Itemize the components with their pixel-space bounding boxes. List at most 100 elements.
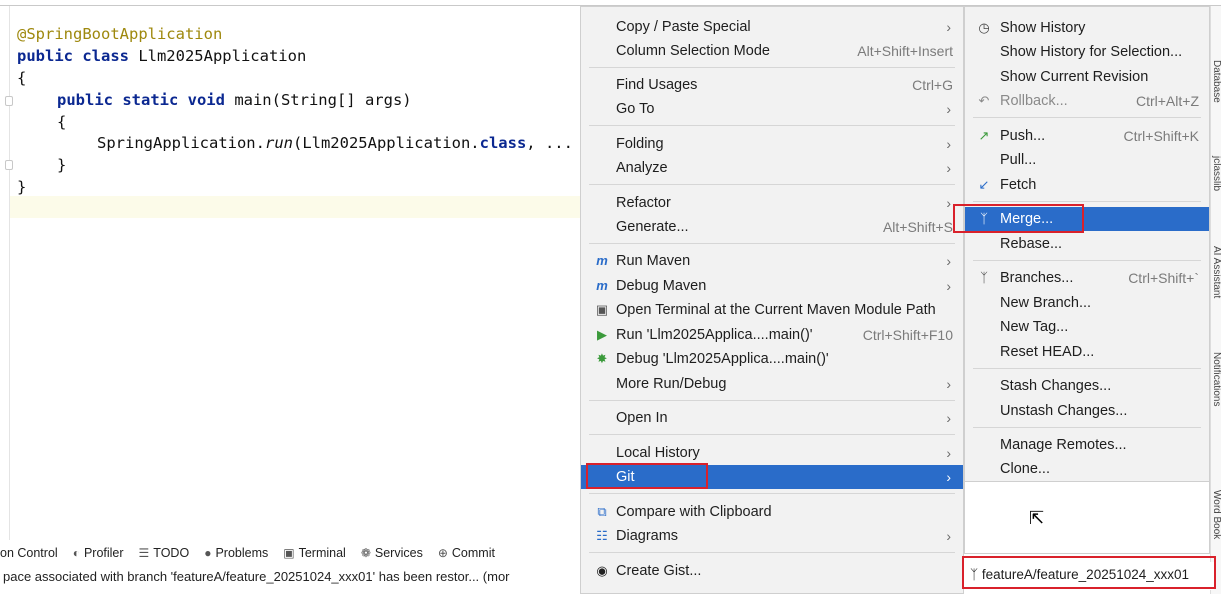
menu-local-history[interactable]: Local History ›	[581, 441, 963, 465]
code-line-2: public class Llm2025Application	[17, 47, 307, 65]
menu-analyze[interactable]: Analyze ›	[581, 156, 963, 180]
menu-column-selection-mode[interactable]: Column Selection Mode Alt+Shift+Insert	[581, 39, 963, 63]
fold-marker[interactable]	[5, 96, 13, 106]
editor-context-menu: Copy / Paste Special › Column Selection M…	[580, 6, 964, 594]
git-new-branch[interactable]: New Branch...	[965, 291, 1209, 315]
menu-separator	[589, 552, 955, 553]
git-stash-changes[interactable]: Stash Changes...	[965, 374, 1209, 398]
menu-refactor[interactable]: Refactor ›	[581, 191, 963, 215]
tool-terminal[interactable]: ▣ Terminal	[283, 546, 346, 560]
git-rebase[interactable]: Rebase...	[965, 232, 1209, 256]
menu-generate[interactable]: Generate... Alt+Shift+S	[581, 215, 963, 239]
menu-separator	[973, 427, 1201, 428]
code-line-7: }	[57, 156, 67, 174]
tool-notifications[interactable]: Notifications	[1211, 352, 1221, 406]
git-reset-head[interactable]: Reset HEAD...	[965, 340, 1209, 364]
submenu-blank-area	[964, 482, 1210, 554]
menu-go-to[interactable]: Go To ›	[581, 97, 963, 121]
menu-separator	[973, 260, 1201, 261]
git-unstash-changes[interactable]: Unstash Changes...	[965, 399, 1209, 423]
menu-separator	[589, 243, 955, 244]
git-submenu: ◷ Show History Show History for Selection…	[964, 6, 1210, 482]
tool-profiler[interactable]: ◐ Profiler	[73, 546, 124, 560]
run-icon: ▶	[597, 327, 607, 342]
git-fetch[interactable]: ↙ Fetch	[965, 173, 1209, 197]
rollback-icon: ↶	[978, 93, 990, 108]
chevron-right-icon: ›	[946, 253, 951, 269]
terminal-icon: ▣	[595, 302, 609, 317]
code-line-1: @SpringBootApplication	[17, 25, 223, 43]
menu-compare-clipboard[interactable]: ⧉ Compare with Clipboard	[581, 500, 963, 524]
tool-word-book[interactable]: Word Book	[1211, 490, 1221, 539]
git-show-history[interactable]: ◷ Show History	[965, 16, 1209, 40]
fetch-icon: ↙	[978, 177, 990, 192]
tool-database[interactable]: Database	[1211, 60, 1221, 103]
menu-create-gist[interactable]: ◉ Create Gist...	[581, 559, 963, 583]
chevron-right-icon: ›	[946, 19, 951, 35]
menu-separator	[589, 67, 955, 68]
branch-icon: ᛉ	[980, 270, 988, 285]
menu-folding[interactable]: Folding ›	[581, 132, 963, 156]
git-pull[interactable]: Pull...	[965, 148, 1209, 172]
tool-problems[interactable]: ● Problems	[204, 546, 268, 560]
fold-marker[interactable]	[5, 160, 13, 170]
editor-gutter	[9, 6, 10, 540]
commit-icon: ⊕	[437, 546, 448, 560]
maven-run-icon: m	[596, 253, 608, 268]
menu-open-terminal-maven[interactable]: ▣ Open Terminal at the Current Maven Modu…	[581, 298, 963, 322]
menu-debug-main[interactable]: ✸ Debug 'Llm2025Applica....main()'	[581, 347, 963, 371]
code-line-8: }	[17, 178, 27, 196]
menu-run-maven[interactable]: m Run Maven ›	[581, 249, 963, 273]
mouse-pointer-icon: ⇱	[1029, 508, 1045, 528]
menu-more-run-debug[interactable]: More Run/Debug ›	[581, 372, 963, 396]
chevron-right-icon: ›	[946, 528, 951, 544]
tool-todo[interactable]: ☰ TODO	[139, 546, 190, 560]
chevron-right-icon: ›	[946, 195, 951, 211]
git-rollback[interactable]: ↶ Rollback... Ctrl+Alt+Z	[965, 89, 1209, 113]
tool-services[interactable]: ❁ Services	[361, 546, 423, 560]
menu-separator	[589, 493, 955, 494]
code-line-5: {	[57, 113, 67, 131]
chevron-right-icon: ›	[946, 445, 951, 461]
git-branches[interactable]: ᛉ Branches... Ctrl+Shift+`	[965, 266, 1209, 290]
push-arrow-icon: ↗	[978, 128, 990, 143]
tool-ai-assistant[interactable]: AI Assistant	[1211, 246, 1221, 298]
menu-separator	[589, 434, 955, 435]
code-line-6: SpringApplication.run(Llm2025Application…	[97, 134, 573, 152]
highlight-merge-item	[953, 204, 1084, 233]
menu-find-usages[interactable]: Find Usages Ctrl+G	[581, 73, 963, 97]
tool-window-bar: on Control ◐ Profiler ☰ TODO ● Problems ▣ Te…	[0, 543, 580, 563]
menu-diagrams[interactable]: ☷ Diagrams ›	[581, 524, 963, 548]
profiler-icon: ◐	[72, 546, 80, 560]
tool-version-control[interactable]: on Control	[0, 546, 58, 560]
compare-icon: ⧉	[597, 504, 607, 519]
menu-open-in[interactable]: Open In ›	[581, 406, 963, 430]
menu-separator	[589, 400, 955, 401]
maven-debug-icon: m	[596, 278, 608, 293]
chevron-right-icon: ›	[946, 160, 951, 176]
debug-bug-icon: ✸	[596, 351, 608, 366]
git-new-tag[interactable]: New Tag...	[965, 315, 1209, 339]
tool-commit[interactable]: ⊕ Commit	[438, 546, 495, 560]
status-bar-message[interactable]: pace associated with branch 'featureA/fe…	[0, 566, 584, 588]
git-push[interactable]: ↗ Push... Ctrl+Shift+K	[965, 124, 1209, 148]
menu-separator	[589, 125, 955, 126]
menu-separator	[973, 368, 1201, 369]
current-line-highlight	[10, 196, 580, 218]
diagram-icon: ☷	[596, 528, 608, 543]
highlight-branch-widget	[962, 556, 1216, 589]
list-icon: ☰	[138, 546, 150, 560]
git-clone[interactable]: Clone...	[965, 457, 1209, 481]
menu-copy-paste-special[interactable]: Copy / Paste Special ›	[581, 15, 963, 39]
git-show-history-selection[interactable]: Show History for Selection...	[965, 40, 1209, 64]
menu-debug-maven[interactable]: m Debug Maven ›	[581, 274, 963, 298]
chevron-right-icon: ›	[946, 136, 951, 152]
menu-run-main[interactable]: ▶ Run 'Llm2025Applica....main()' Ctrl+Shif…	[581, 323, 963, 347]
tool-jclasslib[interactable]: jclasslib	[1211, 156, 1221, 191]
code-editor[interactable]	[0, 6, 580, 540]
chevron-right-icon: ›	[946, 410, 951, 426]
git-manage-remotes[interactable]: Manage Remotes...	[965, 433, 1209, 457]
git-show-current-revision[interactable]: Show Current Revision	[965, 65, 1209, 89]
menu-separator	[973, 201, 1201, 202]
chevron-right-icon: ›	[946, 469, 951, 485]
